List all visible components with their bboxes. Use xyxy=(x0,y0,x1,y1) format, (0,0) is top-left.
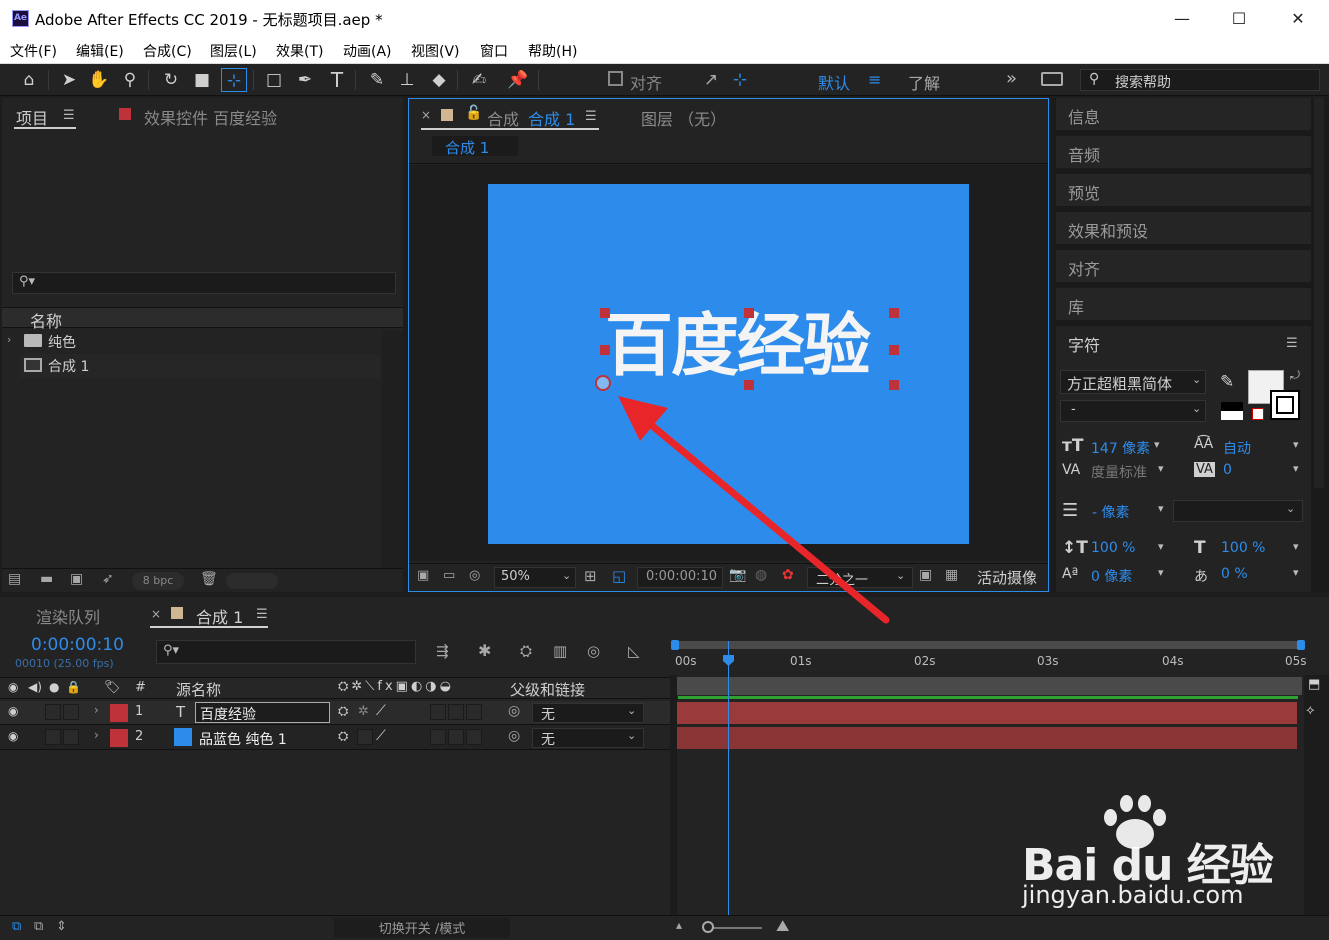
watermark-url: jingyan.baidu.com xyxy=(1022,881,1244,909)
baidu-jingyan-watermark: Bai du 经验 jingyan.baidu.com xyxy=(1016,795,1316,915)
